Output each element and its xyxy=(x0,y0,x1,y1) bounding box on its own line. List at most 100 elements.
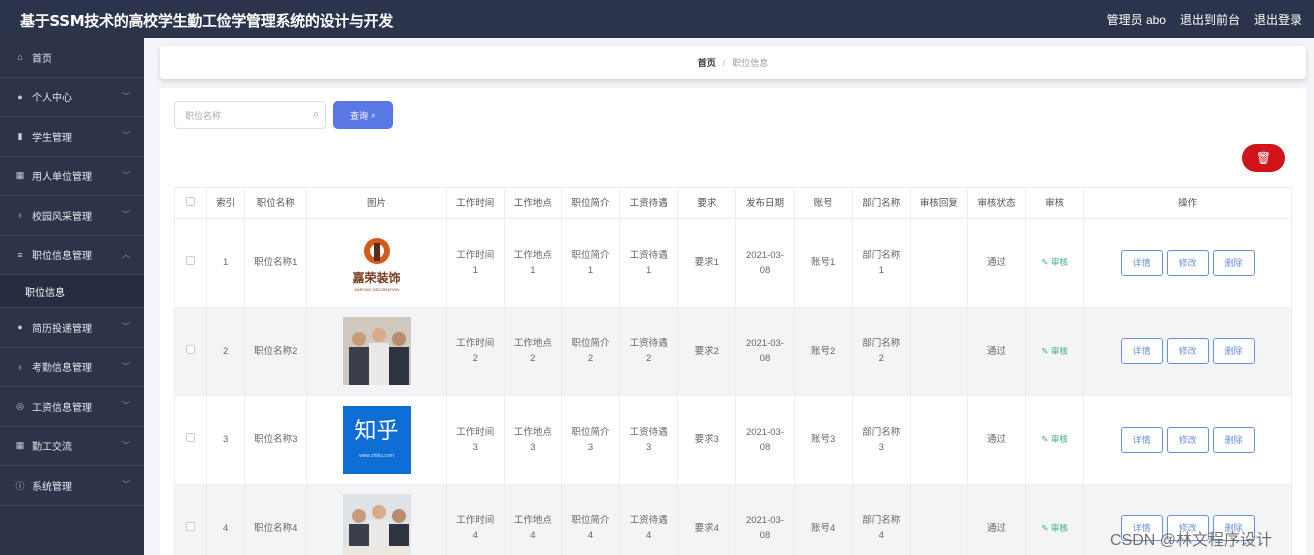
row-select-cell[interactable] xyxy=(173,306,208,396)
row-checkbox[interactable] xyxy=(186,433,196,443)
sidebar-item-label: 职位信息 xyxy=(25,287,65,299)
delete-button[interactable]: 删除 xyxy=(1212,338,1255,365)
column-header: 职位简介 xyxy=(560,187,621,219)
detail-button[interactable]: 详情 xyxy=(1120,338,1163,365)
cell-date: 2021-03- 08 xyxy=(735,395,795,485)
sidebar-item-11[interactable]: ⓘ 系统管理 ﹀ xyxy=(0,466,144,506)
cell-text: 工资待遇 2 xyxy=(629,338,668,365)
cell-date: 2021-03- 08 xyxy=(735,483,795,555)
sidebar-item-7[interactable]: ● 简历投递管理 ﹀ xyxy=(0,308,144,348)
batch-delete-button[interactable]: 🗑 xyxy=(1242,144,1285,172)
top-header: 基于SSM技术的高校学生勤工俭学管理系统的设计与开发 管理员 abo 退出到前台… xyxy=(0,0,1314,38)
row-checkbox[interactable] xyxy=(186,521,196,531)
cell-index: 1 xyxy=(206,218,246,308)
sidebar-item-label: 校园风采管理 xyxy=(32,211,92,223)
cell-date: 2021-03- 08 xyxy=(735,218,795,308)
column-header: 要求 xyxy=(677,187,737,219)
sidebar-item-2[interactable]: ▮ 学生管理 ﹀ xyxy=(0,117,144,157)
sidebar-item-label: 简历投递管理 xyxy=(32,323,92,335)
edit-button[interactable]: 修改 xyxy=(1166,426,1209,453)
edit-button[interactable]: 修改 xyxy=(1166,338,1209,365)
job-table: 索引 职位名称 图片 工作时间 工作地点 职位简介 工资待遇 要求 发布日期 账号 部门名称 审核回复… xyxy=(173,187,1292,555)
cell-text: 账号1 xyxy=(810,257,836,269)
cell-time: 工作时间 1 xyxy=(445,218,505,308)
cell-status: 通过 xyxy=(966,395,1027,485)
sidebar: ⌂ 首页 ● 个人中心 ﹀ ▮ 学生管理 ﹀ ▦ 用人单位管理 ﹀ ♁ 校园风采管理 ﹀ ≡ 职位信息管理 ︿ 职… xyxy=(0,38,144,555)
cell-time: 工作时间 2 xyxy=(445,306,505,396)
logo-subtext: JIARONG DECORATION xyxy=(353,286,400,292)
search-icon: ⌕ xyxy=(370,109,377,120)
cell-text: 职位名称1 xyxy=(254,257,298,269)
row-select-cell[interactable] xyxy=(173,483,208,555)
detail-button[interactable]: 详情 xyxy=(1120,249,1163,276)
job-image xyxy=(342,494,411,555)
audit-link[interactable]: ✎ 审核 xyxy=(1041,434,1068,444)
cell-name: 职位名称4 xyxy=(244,483,308,555)
cell-text: 职位简介 2 xyxy=(571,338,610,365)
mic-icon: ♁ xyxy=(16,210,24,221)
column-header: 账号 xyxy=(793,187,853,219)
audit-link[interactable]: ✎ 审核 xyxy=(1041,257,1068,267)
chevron-down-icon: ﹀ xyxy=(122,361,130,371)
audit-label: 审核 xyxy=(1050,345,1068,356)
cell-text: 要求4 xyxy=(694,522,719,534)
sidebar-item-0[interactable]: ⌂ 首页 xyxy=(0,38,144,78)
detail-button[interactable]: 详情 xyxy=(1120,426,1163,453)
chevron-down-icon: ﹀ xyxy=(122,322,130,331)
content-panel: 职位名称 ⌕ 查询 ⌕ 🗑 索引 职位名称 图片 工作时间 工作地点 职位简介 工资待遇 要求… xyxy=(160,88,1306,555)
edit-icon: ✎ xyxy=(1041,257,1051,268)
edit-icon: ✎ xyxy=(1041,522,1051,533)
column-header: 工作地点 xyxy=(503,187,562,219)
delete-button[interactable]: 删除 xyxy=(1212,426,1255,453)
sidebar-item-1[interactable]: ● 个人中心 ﹀ xyxy=(0,78,144,117)
cell-intro: 职位简介 4 xyxy=(560,483,621,555)
query-button-label: 查询 xyxy=(349,110,368,121)
audit-link[interactable]: ✎ 审核 xyxy=(1041,523,1068,533)
query-button[interactable]: 查询 ⌕ xyxy=(333,101,393,129)
cell-req: 要求2 xyxy=(677,306,737,396)
search-icon: ⌕ xyxy=(312,108,319,120)
cell-text: 工作地点 4 xyxy=(513,515,552,542)
sidebar-item-9[interactable]: ◎ 工资信息管理 ﹀ xyxy=(0,387,144,427)
cell-status: 通过 xyxy=(966,306,1027,396)
chevron-down-icon: ﹀ xyxy=(122,210,130,219)
sidebar-subitem-job-info[interactable]: 职位信息 xyxy=(0,275,144,308)
cell-text: 部门名称 4 xyxy=(862,515,901,542)
sidebar-item-3[interactable]: ▦ 用人单位管理 ﹀ xyxy=(0,157,144,196)
actions-cell: 详情 修改 删除 xyxy=(1083,306,1292,396)
delete-button[interactable]: 删除 xyxy=(1212,249,1255,276)
audit-link[interactable]: ✎ 审核 xyxy=(1041,346,1068,356)
logout-link[interactable]: 退出登录 xyxy=(1254,11,1302,28)
app-title: 基于SSM技术的高校学生勤工俭学管理系统的设计与开发 xyxy=(20,12,394,30)
sidebar-item-8[interactable]: ♁ 考勤信息管理 ﹀ xyxy=(0,348,144,387)
breadcrumb-home[interactable]: 首页 xyxy=(698,56,716,69)
select-all-header[interactable] xyxy=(173,187,208,219)
sidebar-item-5[interactable]: ≡ 职位信息管理 ︿ xyxy=(0,236,144,275)
sidebar-item-10[interactable]: ▦ 勤工交流 ﹀ xyxy=(0,427,144,466)
sidebar-item-label: 系统管理 xyxy=(32,481,72,493)
chart-icon: ▮ xyxy=(17,130,23,141)
row-select-cell[interactable] xyxy=(173,395,208,485)
column-header: 发布日期 xyxy=(735,187,795,219)
cell-req: 要求4 xyxy=(677,483,737,555)
sidebar-item-4[interactable]: ♁ 校园风采管理 ﹀ xyxy=(0,196,144,236)
sidebar-item-label: 个人中心 xyxy=(32,93,72,105)
breadcrumb: 首页 / 职位信息 xyxy=(160,46,1306,79)
column-header: 审核 xyxy=(1025,187,1085,219)
cell-salary: 工资待遇 1 xyxy=(619,218,679,308)
back-to-front-link[interactable]: 退出到前台 xyxy=(1180,11,1240,28)
cell-text: 2021-03- 08 xyxy=(745,515,784,542)
edit-button[interactable]: 修改 xyxy=(1166,249,1209,276)
row-checkbox[interactable] xyxy=(186,344,196,354)
cell-text: 职位名称3 xyxy=(254,434,298,446)
select-all-checkbox[interactable] xyxy=(186,196,196,206)
column-header: 审核回复 xyxy=(909,187,968,219)
admin-label: 管理员 abo xyxy=(1106,13,1166,27)
row-select-cell[interactable] xyxy=(173,218,208,308)
table-row: 2 职位名称2 工作时间 2 工作地点 2 职位简介 2 工资待遇 2 要求2 2021-03… xyxy=(173,306,1292,396)
column-header: 部门名称 xyxy=(851,187,911,219)
cell-text: 通过 xyxy=(987,522,1007,534)
row-checkbox[interactable] xyxy=(186,256,196,266)
cell-text: 工资待遇 3 xyxy=(629,426,668,453)
search-input[interactable]: 职位名称 ⌕ xyxy=(174,101,326,129)
